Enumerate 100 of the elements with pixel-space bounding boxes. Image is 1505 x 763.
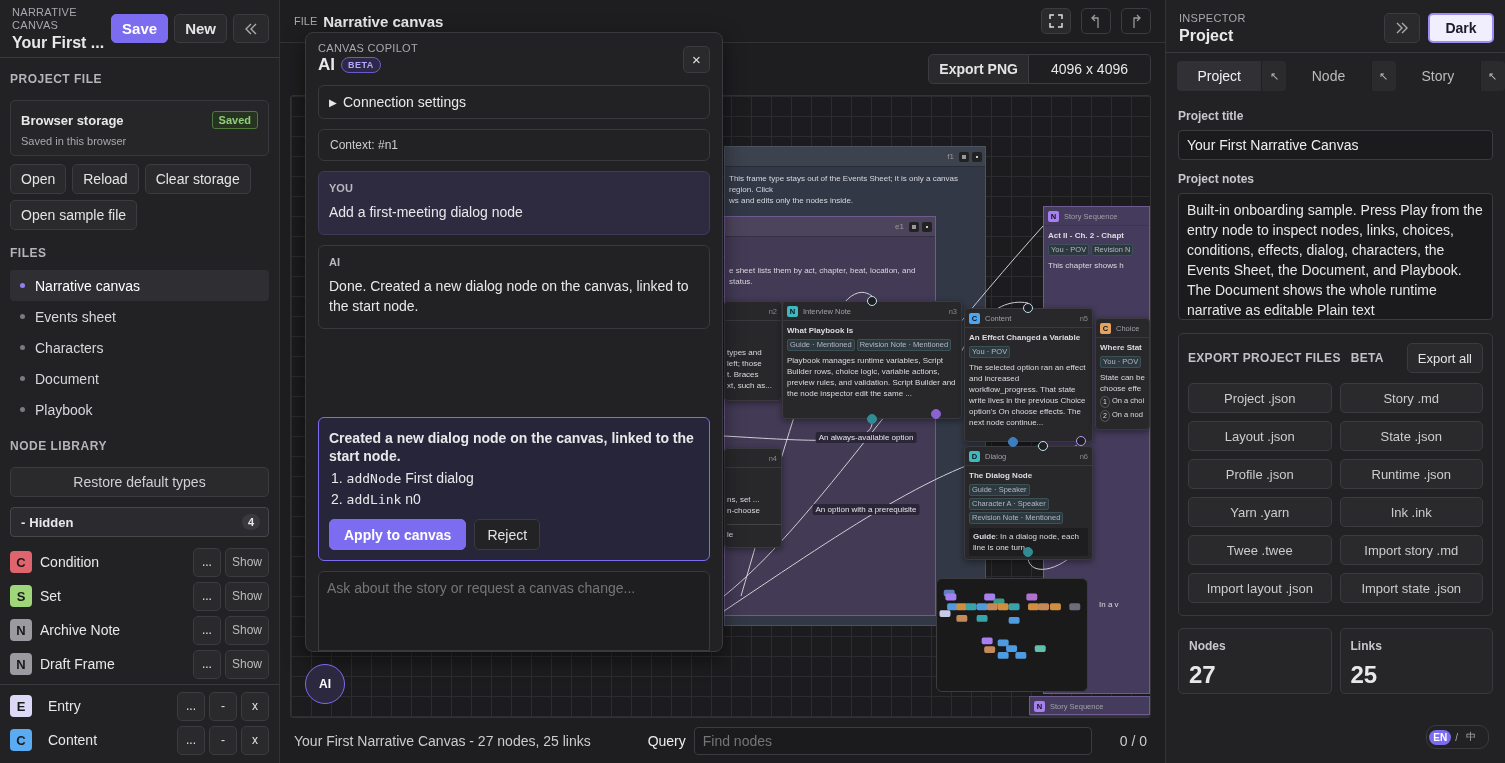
type-name: Content (47, 732, 99, 748)
new-button[interactable]: New (174, 14, 227, 43)
type-name: Draft Frame (39, 656, 116, 672)
project-name: Your First ... (12, 33, 106, 52)
language-option[interactable]: 中 (1462, 728, 1480, 746)
connection-settings-toggle[interactable]: ▶ Connection settings (318, 85, 710, 119)
proposal-step: 2. addLink n0 (329, 490, 699, 509)
beta-badge: BETA (341, 57, 381, 73)
frame-id: e1 (895, 222, 904, 231)
save-button[interactable]: Save (111, 14, 169, 43)
popout-button[interactable]: ↖ (1370, 61, 1396, 91)
minimap[interactable] (936, 578, 1088, 692)
message-text: Done. Created a new dialog node on the canvas, linked to the start node. (329, 277, 690, 316)
port-dot[interactable] (931, 409, 941, 419)
export-file-button[interactable]: Ink .ink (1339, 497, 1483, 527)
inspector-tab[interactable]: Story (1395, 61, 1480, 91)
export-file-button[interactable]: Twee .twee (1188, 535, 1332, 565)
status-text: Your First Narrative Canvas - 27 nodes, 25 links (294, 732, 591, 749)
node-text: left; those (727, 358, 763, 369)
file-action-button[interactable]: Open sample file (10, 200, 138, 230)
remove-button[interactable]: - (209, 691, 237, 721)
file-label: FILE (294, 15, 318, 27)
saved-badge: Saved (211, 111, 258, 129)
project-title-field[interactable]: Your First Narrative Canvas (1178, 130, 1493, 160)
stat-value: 25 (1350, 661, 1379, 689)
file-item[interactable]: Events sheet (10, 301, 269, 332)
popout-button[interactable]: ↖ (1261, 61, 1287, 91)
stat-label: Links (1350, 639, 1383, 653)
file-item[interactable]: Document (10, 363, 269, 394)
port-dot[interactable] (867, 414, 877, 424)
frame-menu-icon[interactable] (922, 221, 932, 232)
export-file-button[interactable]: Story .md (1339, 383, 1483, 413)
show-button[interactable]: Show (224, 547, 269, 577)
more-button[interactable]: ... (192, 615, 221, 645)
file-action-button[interactable]: Open (10, 164, 67, 194)
language-switch[interactable]: EN / 中 (1426, 725, 1489, 749)
type-name: Set (39, 588, 62, 604)
language-separator: / (1455, 731, 1458, 743)
close-button[interactable]: × (683, 46, 710, 73)
restore-types-button[interactable]: Restore default types (10, 467, 269, 497)
undo-icon[interactable] (1081, 8, 1111, 34)
port-dot[interactable] (1076, 436, 1086, 446)
export-file-button[interactable]: Profile .json (1188, 459, 1332, 489)
storage-title: Browser storage (21, 112, 124, 128)
project-notes-field[interactable]: Built-in onboarding sample. Press Play from the entry node to inspect nodes, links, choices, conditions, effects, dialog, characters, the Events Sheet, the Document, and Playbook. The Document shows the whole runtime narrative as editable Plain text (1178, 193, 1493, 320)
collapse-button[interactable] (233, 14, 269, 43)
redo-icon[interactable] (1121, 8, 1151, 34)
theme-button[interactable]: Dark (1428, 13, 1494, 43)
type-letter-icon: N (10, 653, 32, 675)
remove-button[interactable]: - (209, 725, 237, 755)
reject-button[interactable]: Reject (474, 519, 541, 550)
file-item[interactable]: Playbook (10, 394, 269, 425)
export-file-button[interactable]: Yarn .yarn (1188, 497, 1332, 527)
show-button[interactable]: Show (224, 581, 269, 611)
export-png-button[interactable]: Export PNG (928, 54, 1029, 84)
frame-menu-icon[interactable] (972, 151, 982, 162)
more-button[interactable]: ... (192, 581, 221, 611)
export-file-button[interactable]: Runtime .json (1339, 459, 1483, 489)
export-file-button[interactable]: Layout .json (1188, 421, 1332, 451)
frame-text: ws and edits only the nodes inside. (729, 195, 855, 206)
node-text: Playbook manages runtime variables, Script Builder rows, choice logic, variable actions, preview rules, and validation. Script Builder and the node inspector edit the same ... (787, 355, 957, 399)
more-button[interactable]: ... (192, 547, 221, 577)
node-text: choose effe (1100, 383, 1143, 394)
hidden-group-toggle[interactable]: - Hidden 4 (10, 507, 269, 537)
language-option[interactable]: EN (1429, 729, 1452, 745)
export-file-button[interactable]: Project .json (1188, 383, 1332, 413)
inspector-tab[interactable]: Node (1286, 61, 1371, 91)
stat-label: Nodes (1189, 639, 1227, 653)
frame-toggle-icon[interactable] (959, 151, 969, 162)
fullscreen-icon[interactable] (1041, 8, 1071, 34)
story-node[interactable] (964, 308, 1093, 442)
file-action-button[interactable]: Clear storage (144, 164, 251, 194)
delete-button[interactable]: x (241, 725, 269, 755)
more-button[interactable]: ... (177, 725, 205, 755)
port-dot[interactable] (1008, 437, 1018, 447)
export-size-field[interactable]: 4096 x 4096 (1028, 54, 1151, 84)
popout-button[interactable]: ↖ (1480, 61, 1505, 91)
delete-button[interactable]: x (241, 691, 269, 721)
search-field[interactable]: Find nodes (693, 726, 1092, 755)
expand-button[interactable] (1384, 13, 1420, 43)
prompt-field[interactable]: Ask about the story or request a canvas change... (318, 571, 710, 651)
export-all-button[interactable]: Export all (1406, 343, 1483, 373)
export-file-button[interactable]: State .json (1339, 421, 1483, 451)
inspector-tab[interactable]: Project (1177, 61, 1262, 91)
port-dot[interactable] (1023, 547, 1033, 557)
panel-eyebrow: CANVAS COPILOT (318, 42, 418, 55)
export-file-button[interactable]: Import layout .json (1188, 573, 1332, 603)
show-button[interactable]: Show (224, 649, 269, 679)
apply-button[interactable]: Apply to canvas (329, 519, 467, 550)
frame-toggle-icon[interactable] (909, 221, 919, 232)
export-file-button[interactable]: Import state .json (1339, 573, 1483, 603)
more-button[interactable]: ... (177, 691, 205, 721)
file-item[interactable]: Characters (10, 332, 269, 363)
story-node[interactable] (782, 301, 962, 419)
file-item[interactable]: Narrative canvas (10, 270, 269, 301)
export-file-button[interactable]: Import story .md (1339, 535, 1483, 565)
file-action-button[interactable]: Reload (72, 164, 139, 194)
more-button[interactable]: ... (192, 649, 221, 679)
match-count: 0 / 0 (1119, 732, 1147, 749)
show-button[interactable]: Show (224, 615, 269, 645)
